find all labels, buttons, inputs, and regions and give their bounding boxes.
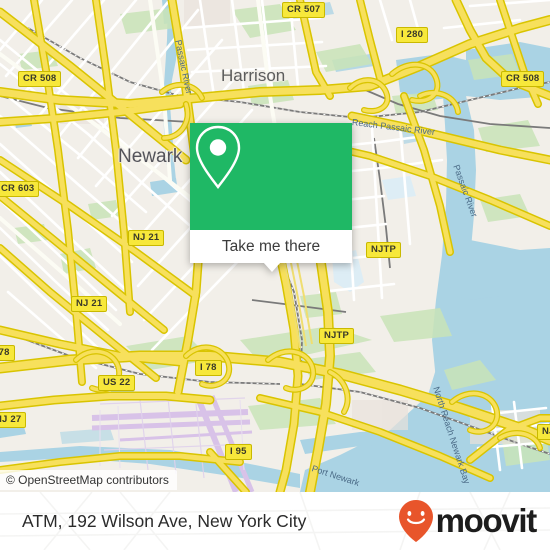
place-label-newark: Newark — [118, 146, 183, 167]
footer-bar: ATM, 192 Wilson Ave, New York City moovi… — [0, 492, 550, 550]
road-shield-i-280: I 280 — [396, 27, 429, 43]
moovit-map-share-card: Newark Harrison Passaic River Reach Pass… — [0, 0, 550, 550]
callout-tail — [263, 262, 281, 272]
road-shield-njtp-south: NJTP — [319, 328, 355, 344]
road-shield-cr-508-west: CR 508 — [18, 71, 62, 87]
road-shield-cr-507: CR 507 — [282, 2, 326, 18]
road-shield-i-78-east: I 78 — [195, 360, 222, 376]
moovit-wordmark: moovit — [435, 502, 538, 539]
road-shield-njtp-north: NJTP — [366, 242, 402, 258]
road-shield-nj-21-south: NJ 21 — [71, 296, 108, 312]
road-shield-i-95: I 95 — [225, 444, 252, 460]
location-callout-card[interactable]: Take me there — [190, 123, 352, 272]
place-title: ATM, 192 Wilson Ave, New York City — [22, 510, 307, 531]
map-pin-icon — [195, 125, 241, 189]
road-shield-nj-east-edge: NJ — [537, 424, 550, 440]
moovit-smiley-pin-icon — [398, 500, 433, 542]
moovit-brand-logo[interactable]: moovit — [397, 499, 538, 543]
road-shield-nj-21-north: NJ 21 — [128, 230, 165, 246]
callout-pin-panel — [190, 123, 352, 230]
take-me-there-label: Take me there — [221, 237, 321, 255]
road-shield-i-78-west: I 78 — [0, 345, 15, 361]
place-label-harrison: Harrison — [221, 66, 286, 85]
osm-attribution[interactable]: © OpenStreetMap contributors — [0, 470, 177, 490]
take-me-there-button[interactable]: Take me there — [190, 230, 352, 263]
road-shield-cr-508-east: CR 508 — [501, 71, 545, 87]
map-canvas[interactable]: Newark Harrison Passaic River Reach Pass… — [0, 0, 550, 492]
road-shield-nj-27: NJ 27 — [0, 412, 27, 428]
road-shield-cr-603: CR 603 — [0, 181, 40, 197]
road-shield-us-22: US 22 — [98, 375, 136, 391]
